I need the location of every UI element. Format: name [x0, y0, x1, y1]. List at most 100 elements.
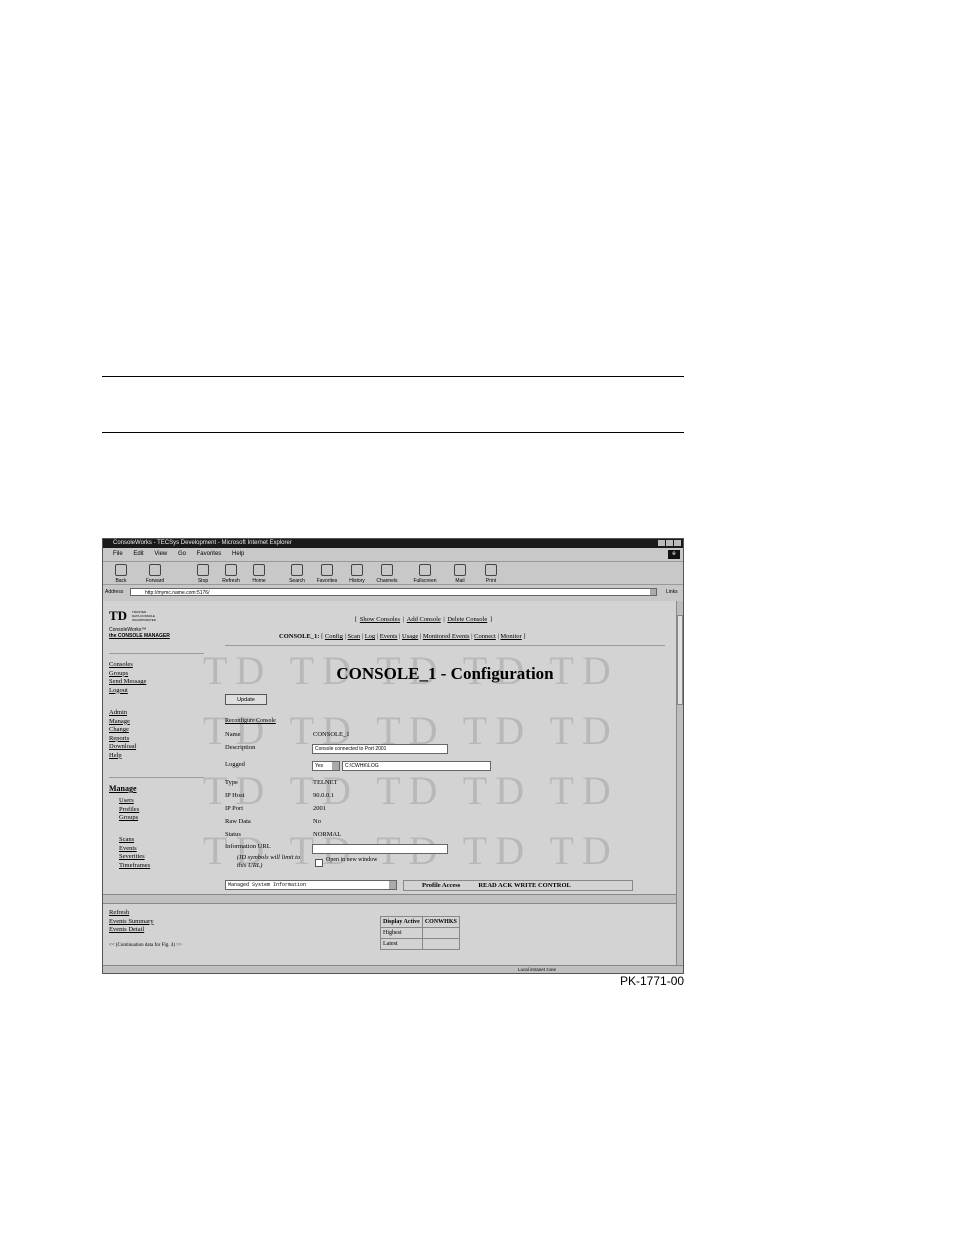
tab-config[interactable]: Config [325, 633, 343, 640]
sidebar-item-download[interactable]: Download [109, 743, 136, 752]
status-bar: Local intranet zone [103, 965, 683, 973]
sidebar-item-change[interactable]: Change [109, 726, 136, 735]
print-button[interactable]: Print [479, 564, 503, 584]
top-rule-2 [102, 432, 684, 433]
sidebar-item-scans[interactable]: Scans [119, 836, 150, 845]
history-icon [351, 564, 363, 576]
sidebar-item-help[interactable]: Help [109, 752, 136, 761]
sidebar-nav-main: Consoles Groups Send Message Logout [109, 661, 146, 695]
channels-button[interactable]: Channels [375, 564, 399, 584]
product-name: ConsoleWorks™ the CONSOLE MANAGER [109, 627, 170, 639]
sidebar-item-send-message[interactable]: Send Message [109, 678, 146, 687]
status-zone: Local intranet zone [518, 967, 557, 972]
vertical-scrollbar[interactable] [676, 601, 683, 965]
events-detail-link[interactable]: Events Detail [109, 926, 154, 935]
maximize-icon[interactable] [666, 540, 673, 546]
name-label: Name [225, 731, 241, 738]
refresh-button[interactable]: Refresh [219, 564, 243, 584]
scrollbar-thumb[interactable] [677, 615, 683, 705]
home-button[interactable]: Home [247, 564, 271, 584]
table-row: Display Active CONWHKS [380, 916, 460, 928]
tab-connect[interactable]: Connect [474, 633, 496, 640]
refresh-link[interactable]: Refresh [109, 909, 154, 918]
sidebar-divider [109, 653, 204, 654]
infourl-note: (ID symbols will limit to this URL) [237, 854, 301, 869]
minimize-icon[interactable] [658, 540, 665, 546]
window-title: ConsoleWorks - TECSys Development - Micr… [113, 540, 292, 546]
events-summary-link[interactable]: Events Summary [109, 918, 154, 927]
back-button[interactable]: Back [109, 564, 133, 584]
type-value: TELNET [313, 779, 338, 786]
show-consoles-link[interactable]: Show Consoles [360, 616, 400, 623]
fullscreen-button[interactable]: Fullscreen [413, 564, 437, 584]
tab-scan[interactable]: Scan [348, 633, 361, 640]
favorites-button[interactable]: Favorites [315, 564, 339, 584]
close-icon[interactable] [674, 540, 681, 546]
tab-monitored-events[interactable]: Monitored Events [423, 633, 470, 640]
iphost-value: 90.0.0.1 [313, 792, 335, 799]
history-button[interactable]: History [345, 564, 369, 584]
reconfigure-console-link[interactable]: Reconfigure Console [225, 718, 276, 724]
console-actions: [ Show Consoles | Add Console | Delete C… [355, 616, 493, 623]
page-content: TD TD TD TD TD TD TD TD TD TD TD TD TD T… [103, 601, 676, 965]
sidebar-item-consoles[interactable]: Consoles [109, 661, 146, 670]
menu-go[interactable]: Go [178, 551, 186, 557]
update-button[interactable]: Update [225, 694, 267, 705]
forward-button[interactable]: Forward [143, 564, 167, 584]
tab-log[interactable]: Log [365, 633, 375, 640]
table-cell [421, 927, 460, 939]
infourl-field[interactable] [312, 844, 448, 854]
menu-help[interactable]: Help [232, 551, 244, 557]
menu-bar: File Edit View Go Favorites Help [103, 549, 683, 559]
stop-icon [197, 564, 209, 576]
menu-favorites[interactable]: Favorites [197, 551, 222, 557]
table-cell [421, 938, 460, 950]
manage-heading[interactable]: Manage [109, 784, 137, 793]
tab-monitor[interactable]: Monitor [500, 633, 521, 640]
menu-view[interactable]: View [154, 551, 167, 557]
description-field[interactable]: Console connected to Port 2001 [312, 744, 448, 754]
display-table: Display Active CONWHKS Highest Latest [380, 916, 460, 950]
ipport-label: IP Port [225, 805, 243, 812]
sidebar-nav-bottom: Refresh Events Summary Events Detail [109, 909, 154, 935]
frame-scrollbar[interactable] [103, 894, 676, 904]
sidebar-item-groups[interactable]: Groups [119, 814, 139, 823]
sidebar-item-severities[interactable]: Severities [119, 853, 150, 862]
log-path-field[interactable]: C:\CWHK\LOG [342, 761, 491, 771]
managed-system-select[interactable]: Managed System Information [225, 880, 397, 890]
table-cell: Highest [380, 927, 423, 939]
status-label: Status [225, 831, 241, 838]
menu-edit[interactable]: Edit [133, 551, 143, 557]
sidebar-nav-admin: Admin Manage Change Reports Download Hel… [109, 709, 136, 760]
search-button[interactable]: Search [285, 564, 309, 584]
open-new-window-checkbox[interactable] [315, 859, 323, 867]
sidebar-item-profiles[interactable]: Profiles [119, 806, 139, 815]
print-icon [485, 564, 497, 576]
sidebar-item-admin[interactable]: Admin [109, 709, 136, 718]
links-label[interactable]: Links [666, 587, 678, 598]
header-divider [225, 645, 665, 646]
sidebar-item-events[interactable]: Events [119, 845, 150, 854]
window-controls[interactable] [658, 540, 681, 546]
sidebar-item-reports[interactable]: Reports [109, 735, 136, 744]
profile-access: Profile Access READ ACK WRITE CONTROL [403, 880, 633, 891]
sidebar-item-timeframes[interactable]: Timeframes [119, 862, 150, 871]
sidebar-item-manage[interactable]: Manage [109, 718, 136, 727]
browser-toolbar: Back Forward Stop Refresh Home Search Fa… [103, 561, 683, 585]
delete-console-link[interactable]: Delete Console [447, 616, 487, 623]
sidebar-item-logout[interactable]: Logout [109, 687, 146, 696]
add-console-link[interactable]: Add Console [407, 616, 441, 623]
menu-file[interactable]: File [113, 551, 123, 557]
fullscreen-icon [419, 564, 431, 576]
table-cell: Latest [380, 938, 423, 950]
mail-button[interactable]: Mail [448, 564, 472, 584]
sidebar-item-users[interactable]: Users [119, 797, 139, 806]
sidebar-item-groups[interactable]: Groups [109, 670, 146, 679]
address-input[interactable]: http://mymc.name.com:5176/ [130, 588, 657, 596]
logged-select[interactable]: Yes [312, 761, 340, 771]
tab-events[interactable]: Events [380, 633, 398, 640]
stop-button[interactable]: Stop [191, 564, 215, 584]
sidebar-divider [109, 777, 204, 778]
address-dropdown-icon[interactable] [650, 589, 656, 595]
tab-usage[interactable]: Usage [402, 633, 418, 640]
